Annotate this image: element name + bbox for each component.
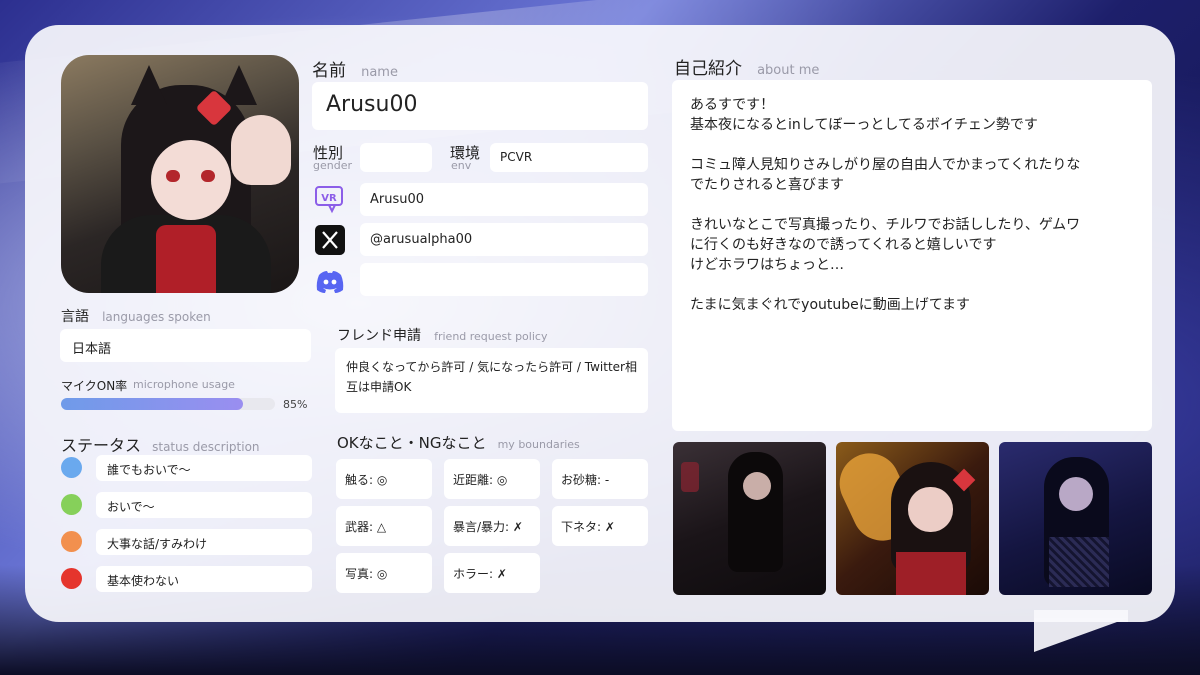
avatar-image (61, 55, 299, 293)
speech-bubble-tail (1034, 618, 1128, 652)
status-dot-icon (61, 457, 82, 478)
languages-heading: 言語 languages spoken (61, 309, 211, 325)
env-sublabel: env (451, 159, 472, 172)
mic-percent: 85% (283, 398, 308, 411)
status-text: 大事な話/すみわけ (96, 529, 312, 555)
languages-field: 日本語 (60, 329, 311, 362)
svg-text:VR: VR (321, 193, 337, 204)
x-field: @arusualpha00 (360, 223, 648, 256)
gender-sublabel: gender (313, 159, 352, 172)
about-heading: 自己紹介 about me (674, 59, 820, 79)
status-row: 誰でもおいで〜 (61, 455, 312, 481)
mic-sublabel: microphone usage (133, 378, 235, 391)
boundary-item: 暴言/暴力: ✗ (444, 506, 540, 546)
mic-label: マイクON率 (61, 379, 128, 393)
boundaries-heading: OKなこと・NGなこと my boundaries (337, 434, 580, 452)
about-field: あるすです！ 基本夜になるとinしてぼーっとしてるボイチェン勢です コミュ障人見… (672, 80, 1152, 431)
photo-image (673, 442, 826, 595)
status-text: おいで〜 (96, 492, 312, 518)
env-field: PCVR (490, 143, 648, 172)
vrchat-field: Arusu00 (360, 183, 648, 216)
boundary-item: 写真: ◎ (336, 553, 432, 593)
boundary-item: 武器: △ (336, 506, 432, 546)
status-text: 基本使わない (96, 566, 312, 592)
mic-progress-fill (61, 398, 243, 410)
name-heading: 名前 name (312, 61, 398, 81)
discord-icon (314, 266, 346, 298)
vrchat-icon: VR (314, 184, 346, 216)
status-dot-icon (61, 568, 82, 589)
photo-image (999, 442, 1152, 595)
status-heading: ステータス status description (61, 436, 260, 455)
boundary-item: ホラー: ✗ (444, 553, 540, 593)
status-dot-icon (61, 531, 82, 552)
boundary-item: 近距離: ◎ (444, 459, 540, 499)
friend-request-field: 仲良くなってから許可 / 気になったら許可 / Twitter相互は申請OK (335, 348, 648, 413)
boundary-item: 触る: ◎ (336, 459, 432, 499)
gender-field (360, 143, 432, 172)
status-row: おいで〜 (61, 492, 312, 518)
boundary-item: 下ネタ: ✗ (552, 506, 648, 546)
name-field: Arusu00 (312, 82, 648, 130)
boundary-item: お砂糖: - (552, 459, 648, 499)
status-row: 大事な話/すみわけ (61, 529, 312, 555)
status-dot-icon (61, 494, 82, 515)
discord-field (360, 263, 648, 296)
photo-image (836, 442, 989, 595)
friend-request-heading: フレンド申請 friend request policy (337, 328, 548, 344)
x-icon (314, 224, 346, 256)
status-text: 誰でもおいで〜 (96, 455, 312, 481)
status-row: 基本使わない (61, 566, 312, 592)
